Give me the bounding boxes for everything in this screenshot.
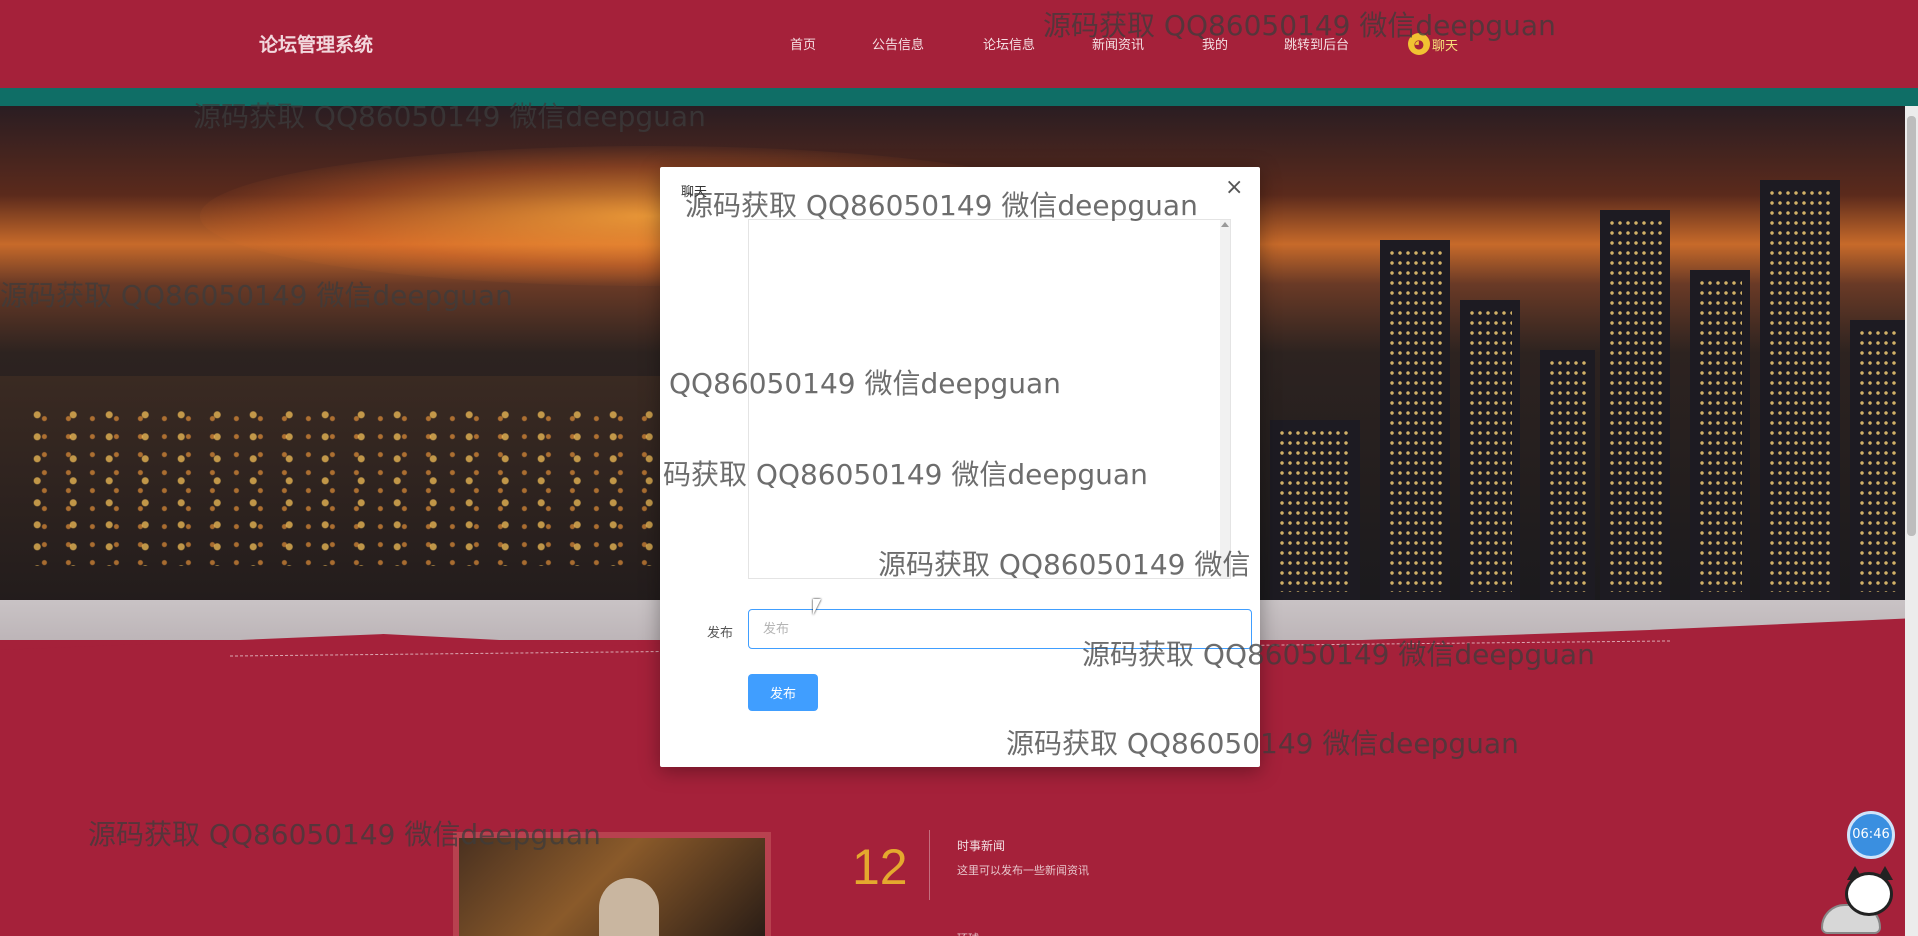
nav-admin[interactable]: 跳转到后台 bbox=[1284, 34, 1349, 53]
cat-mascot-icon[interactable] bbox=[1815, 866, 1901, 936]
chat-messages-area[interactable] bbox=[748, 219, 1231, 579]
chat-scrollbar[interactable] bbox=[1220, 220, 1230, 578]
site-brand[interactable]: 论坛管理系统 bbox=[259, 30, 373, 57]
chat-link-label: 聊天 bbox=[1432, 38, 1459, 54]
chat-link[interactable]: ◕ 聊天 bbox=[1408, 33, 1458, 55]
nav-announcements[interactable]: 公告信息 bbox=[872, 34, 924, 53]
nav-forum[interactable]: 论坛信息 bbox=[983, 34, 1035, 53]
publish-button[interactable]: 发布 bbox=[748, 674, 818, 711]
clock-widget[interactable]: 06:46 bbox=[1847, 811, 1895, 859]
scroll-up-icon[interactable] bbox=[1221, 222, 1229, 227]
news-thumbnail[interactable] bbox=[453, 832, 771, 936]
publish-label: 发布 bbox=[707, 626, 734, 641]
nav-mine[interactable]: 我的 bbox=[1202, 34, 1228, 53]
news-day-number: 12 bbox=[852, 839, 908, 895]
news-title[interactable]: 时事新闻 bbox=[957, 837, 1005, 854]
page-scroll-thumb[interactable] bbox=[1907, 116, 1916, 536]
mouse-cursor-icon bbox=[813, 599, 821, 615]
news-description: 这里可以发布一些新闻资讯 bbox=[957, 864, 1089, 877]
top-navbar: 论坛管理系统 首页 公告信息 论坛信息 新闻资讯 我的 跳转到后台 ◕ 聊天 bbox=[0, 0, 1918, 88]
dialog-title: 聊天 bbox=[681, 185, 708, 200]
publish-input[interactable] bbox=[748, 609, 1252, 649]
nav-home[interactable]: 首页 bbox=[790, 34, 816, 53]
nav-news[interactable]: 新闻资讯 bbox=[1092, 34, 1144, 53]
news-next-title[interactable]: 环球 bbox=[957, 930, 979, 936]
nav-divider bbox=[0, 88, 1918, 106]
chat-dialog: 聊天 × 发布 发布 bbox=[660, 167, 1260, 767]
close-icon[interactable]: × bbox=[1225, 177, 1243, 199]
chat-bubble-icon: ◕ bbox=[1408, 33, 1430, 55]
